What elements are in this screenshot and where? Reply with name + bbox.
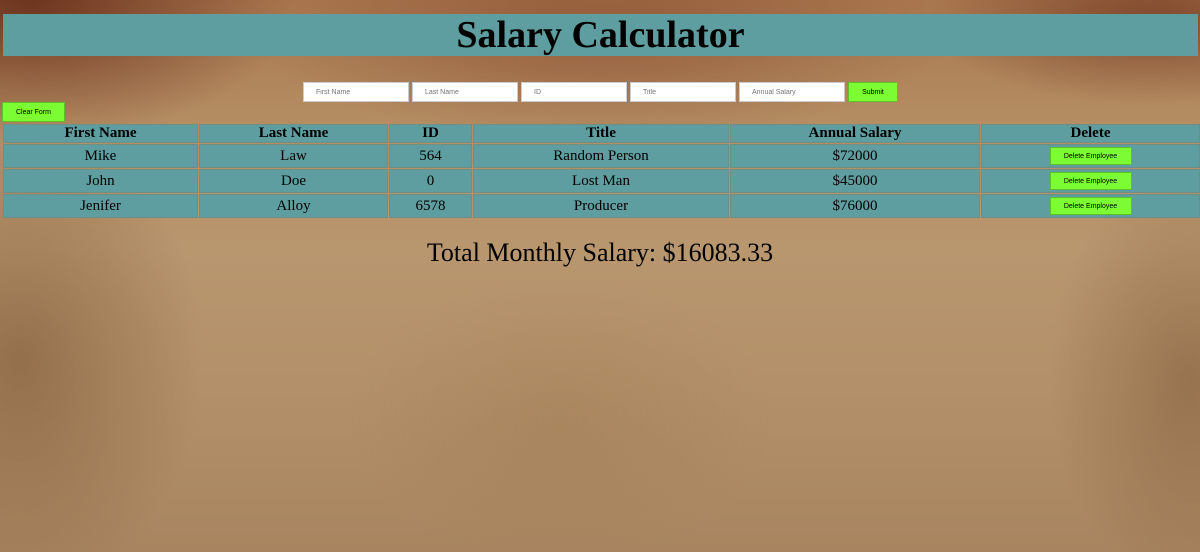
cell-last-name: Alloy	[199, 194, 388, 218]
cell-title: Random Person	[473, 144, 729, 168]
table-row: Jenifer Alloy 6578 Producer $76000 Delet…	[3, 194, 1200, 218]
employee-form: Submit	[303, 82, 898, 102]
employee-table-container: First Name Last Name ID Title Annual Sal…	[2, 123, 1200, 219]
delete-employee-button[interactable]: Delete Employee	[1049, 197, 1132, 215]
title-bar: Salary Calculator	[3, 14, 1198, 56]
annual-salary-input[interactable]	[739, 82, 845, 102]
header-delete: Delete	[981, 124, 1200, 143]
title-input[interactable]	[630, 82, 736, 102]
employee-table: First Name Last Name ID Title Annual Sal…	[2, 123, 1200, 219]
cell-title: Producer	[473, 194, 729, 218]
page-title: Salary Calculator	[456, 14, 745, 56]
cell-delete: Delete Employee	[981, 169, 1200, 193]
cell-salary: $76000	[730, 194, 980, 218]
header-title: Title	[473, 124, 729, 143]
cell-first-name: Mike	[3, 144, 198, 168]
cell-first-name: Jenifer	[3, 194, 198, 218]
cell-delete: Delete Employee	[981, 194, 1200, 218]
cell-last-name: Law	[199, 144, 388, 168]
table-header-row: First Name Last Name ID Title Annual Sal…	[3, 124, 1200, 143]
header-last-name: Last Name	[199, 124, 388, 143]
table-row: Mike Law 564 Random Person $72000 Delete…	[3, 144, 1200, 168]
id-input[interactable]	[521, 82, 627, 102]
first-name-input[interactable]	[303, 82, 409, 102]
delete-employee-button[interactable]: Delete Employee	[1049, 147, 1132, 165]
header-first-name: First Name	[3, 124, 198, 143]
cell-title: Lost Man	[473, 169, 729, 193]
last-name-input[interactable]	[412, 82, 518, 102]
table-row: John Doe 0 Lost Man $45000 Delete Employ…	[3, 169, 1200, 193]
submit-button[interactable]: Submit	[848, 82, 898, 102]
cell-last-name: Doe	[199, 169, 388, 193]
total-monthly-salary: Total Monthly Salary: $16083.33	[426, 238, 774, 267]
header-annual-salary: Annual Salary	[730, 124, 980, 143]
cell-first-name: John	[3, 169, 198, 193]
cell-salary: $72000	[730, 144, 980, 168]
header-id: ID	[389, 124, 472, 143]
cell-id: 6578	[389, 194, 472, 218]
cell-delete: Delete Employee	[981, 144, 1200, 168]
cell-id: 0	[389, 169, 472, 193]
cell-salary: $45000	[730, 169, 980, 193]
delete-employee-button[interactable]: Delete Employee	[1049, 172, 1132, 190]
clear-form-button[interactable]: Clear Form	[2, 102, 65, 122]
cell-id: 564	[389, 144, 472, 168]
